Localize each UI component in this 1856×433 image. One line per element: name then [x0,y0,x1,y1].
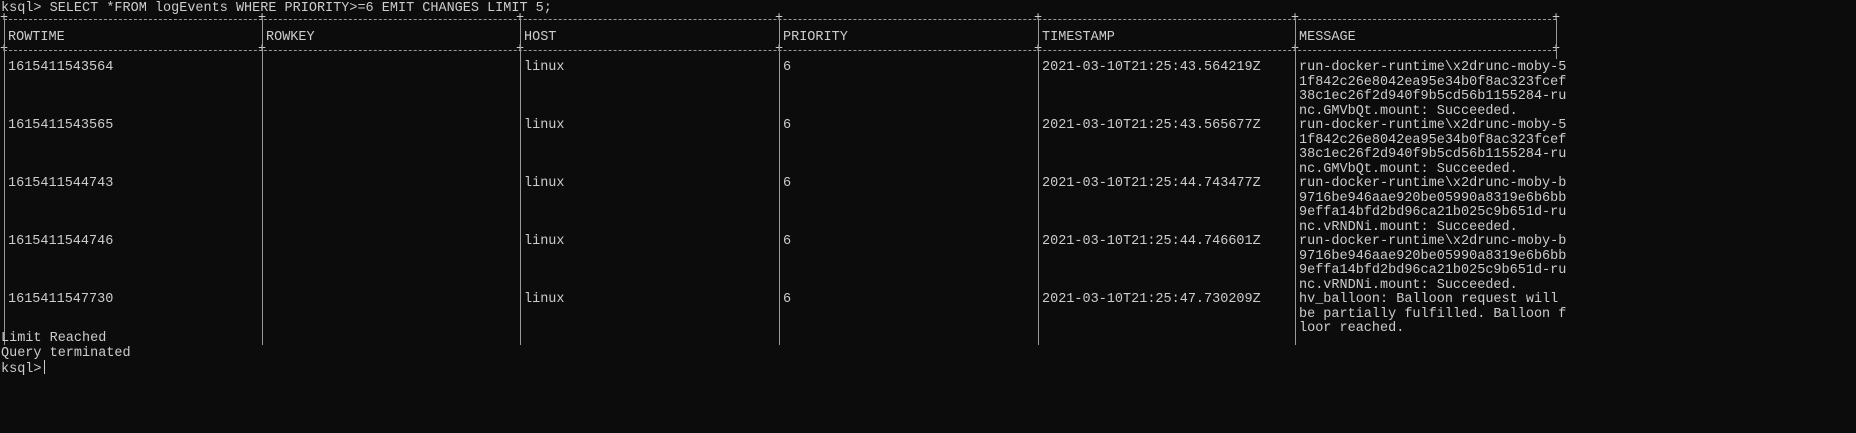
prompt-line[interactable]: ksql> [1,360,45,377]
header-rowtime: ROWTIME [8,30,65,45]
cell-host: linux [524,234,565,249]
column-border [1295,19,1296,345]
cell-rowtime: 1615411547730 [8,292,114,307]
cell-timestamp: 2021-03-10T21:25:43.565677Z [1042,118,1261,133]
cell-rowtime: 1615411543564 [8,60,114,75]
cell-priority: 6 [783,292,792,307]
cell-host: linux [524,292,565,307]
cell-host: linux [524,60,565,75]
header-priority: PRIORITY [783,30,848,45]
column-border [1556,19,1557,59]
header-timestamp: TIMESTAMP [1042,30,1115,45]
header-rowkey: ROWKEY [266,30,315,45]
cell-timestamp: 2021-03-10T21:25:43.564219Z [1042,60,1261,75]
column-border [779,19,780,345]
terminal-window[interactable]: ksql> SELECT *FROM logEvents WHERE PRIOR… [0,0,1856,433]
cell-timestamp: 2021-03-10T21:25:44.746601Z [1042,234,1261,249]
cell-host: linux [524,118,565,133]
cell-rowtime: 1615411543565 [8,118,114,133]
command-line: ksql> SELECT *FROM logEvents WHERE PRIOR… [1,1,552,16]
cell-timestamp: 2021-03-10T21:25:47.730209Z [1042,292,1261,307]
cell-message-line: loor reached. [1299,321,1405,336]
text-cursor [43,360,45,374]
header-host: HOST [524,30,557,45]
prompt: ksql> [1,362,42,377]
column-border [1038,19,1039,345]
column-border [262,19,263,345]
column-border [520,19,521,345]
cell-host: linux [524,176,565,191]
cell-priority: 6 [783,176,792,191]
cell-timestamp: 2021-03-10T21:25:44.743477Z [1042,176,1261,191]
cell-priority: 6 [783,118,792,133]
cell-rowtime: 1615411544746 [8,234,114,249]
column-border [4,19,5,345]
header-message: MESSAGE [1299,30,1356,45]
cell-rowtime: 1615411544743 [8,176,114,191]
cell-priority: 6 [783,60,792,75]
cell-priority: 6 [783,234,792,249]
